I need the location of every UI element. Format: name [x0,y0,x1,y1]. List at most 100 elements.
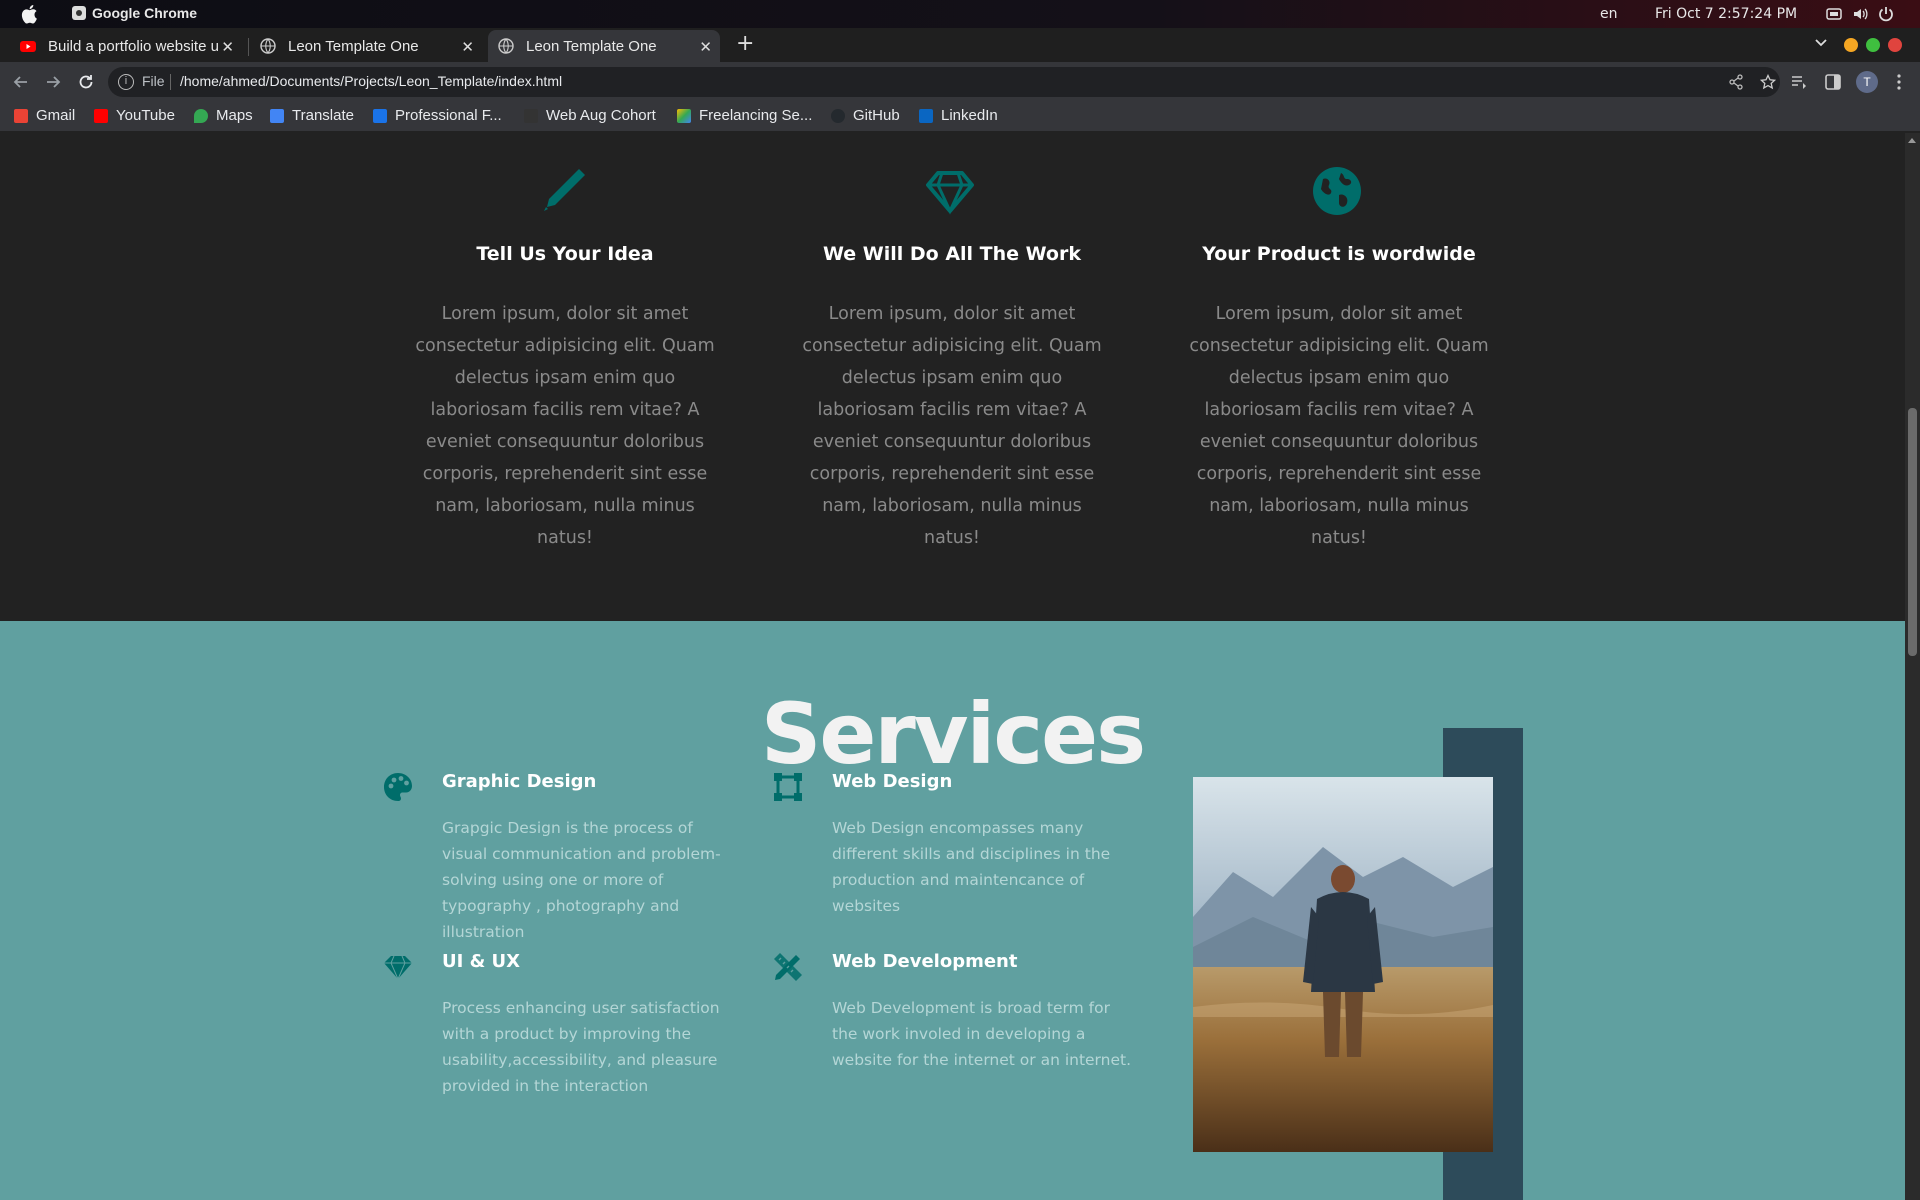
palette-icon [384,773,412,801]
browser-toolbar: i File /home/ahmed/Documents/Projects/Le… [0,62,1920,102]
service-desc: Grapgic Design is the process of visual … [442,819,721,941]
chevron-down-icon[interactable] [1814,36,1828,50]
bookmark-label: Gmail [36,107,76,124]
close-window-button[interactable] [1888,38,1902,52]
service-desc: Web Development is broad term for the wo… [832,999,1132,1069]
gem-icon [384,955,412,981]
bookmark-professional[interactable]: Professional F... [373,107,502,124]
udemy-icon [373,108,387,123]
clock[interactable]: Fri Oct 7 2:57:24 PM [1655,6,1797,22]
pencil-ruler-icon [774,953,802,981]
globe-icon [1313,167,1361,215]
tab-title: Build a portfolio website u [48,37,218,55]
bookmark-label: Maps [216,107,253,124]
address-bar[interactable]: i File /home/ahmed/Documents/Projects/Le… [108,67,1780,97]
bookmark-freelancing[interactable]: Freelancing Se... [677,107,812,124]
bookmarks-bar: Gmail YouTube Maps Translate Professiona… [0,102,1920,132]
linkedin-icon [919,108,933,123]
feature-text: Lorem ipsum, dolor sit amet consectetur … [802,304,1102,548]
back-icon[interactable] [11,72,31,92]
bookmark-translate[interactable]: Translate [270,107,354,124]
service-title: Web Development [832,951,1018,972]
app-name: Google Chrome [92,5,198,21]
services-section: Services Graphic Design Grapgic Design i… [0,621,1905,1200]
maximize-button[interactable] [1866,38,1880,52]
tab-separator [248,38,249,56]
bookmark-label: YouTube [116,107,175,124]
bookmark-label: LinkedIn [941,107,998,124]
bookmark-web-aug-cohort[interactable]: Web Aug Cohort [524,107,656,124]
drive-icon [677,108,691,123]
star-icon[interactable] [1760,74,1776,90]
share-icon[interactable] [1728,74,1744,90]
close-icon[interactable]: ✕ [461,38,474,56]
keyboard-language[interactable]: en [1600,6,1618,22]
feature-title: We Will Do All The Work [822,243,1081,265]
feature-text: Lorem ipsum, dolor sit amet consectetur … [1189,304,1489,548]
page-scrollbar[interactable] [1905,133,1920,1200]
tab-youtube[interactable]: Build a portfolio website u ✕ [10,30,242,62]
close-icon[interactable]: ✕ [221,38,234,56]
globe-icon [498,38,514,54]
github-icon [831,108,845,123]
section-title: Services [760,685,1146,783]
os-top-bar: Google Chrome en Fri Oct 7 2:57:24 PM [0,0,1920,28]
bookmark-label: Web Aug Cohort [546,107,656,124]
feature-text: Lorem ipsum, dolor sit amet consectetur … [415,304,715,548]
bookmark-label: Freelancing Se... [699,107,813,124]
bookmark-maps[interactable]: Maps [194,107,253,124]
scheme-label: File [142,73,165,89]
bookmark-youtube[interactable]: YouTube [94,107,175,124]
tab-leon-1[interactable]: Leon Template One ✕ [250,30,482,62]
forward-icon[interactable] [43,72,63,92]
feature-title: Your Product is wordwide [1202,243,1476,265]
url-text[interactable]: /home/ahmed/Documents/Projects/Leon_Temp… [180,73,562,89]
bookmark-gmail[interactable]: Gmail [14,107,75,124]
bookmark-label: GitHub [853,107,900,124]
apple-icon[interactable] [20,4,38,24]
service-title: Web Design [832,771,953,792]
bookmark-github[interactable]: GitHub [831,107,900,124]
service-title: UI & UX [442,951,521,972]
maps-icon [194,108,208,123]
tab-title: Leon Template One [288,37,419,55]
media-control-icon[interactable] [1790,73,1808,91]
service-title: Graphic Design [442,771,597,792]
screenshot-icon[interactable] [1826,6,1842,22]
how-it-works-section: Tell Us Your Idea Lorem ipsum, dolor sit… [0,133,1905,621]
profile-avatar[interactable]: T [1856,71,1878,93]
scroll-thumb[interactable] [1908,408,1917,656]
feature-title: Tell Us Your Idea [476,243,654,265]
info-icon[interactable]: i [118,74,134,90]
pen-icon [544,169,585,211]
hiker-photo [1193,777,1493,1152]
gem-icon [926,171,974,215]
page-viewport: Tell Us Your Idea Lorem ipsum, dolor sit… [0,133,1905,1200]
translate-icon [270,108,284,123]
tab-title: Leon Template One [526,37,657,55]
side-panel-icon[interactable] [1824,73,1842,91]
service-desc: Process enhancing user satisfaction with… [442,999,720,1095]
bookmark-label: Translate [292,107,354,124]
globe-icon [260,38,276,54]
chrome-icon [72,6,86,20]
scroll-up-icon[interactable] [1908,138,1916,143]
new-tab-button[interactable]: + [736,33,754,55]
bookmark-linkedin[interactable]: LinkedIn [919,107,998,124]
volume-icon[interactable] [1852,6,1868,22]
tab-leon-2-active[interactable]: Leon Template One ✕ [488,30,720,62]
minimize-button[interactable] [1844,38,1858,52]
close-icon[interactable]: ✕ [699,38,712,56]
gmail-icon [14,108,28,123]
power-icon[interactable] [1878,6,1894,22]
tab-strip: Build a portfolio website u ✕ Leon Templ… [0,28,1920,62]
site-icon [524,108,538,123]
bookmark-label: Professional F... [395,107,502,124]
youtube-icon [20,41,36,52]
active-app[interactable]: Google Chrome [72,5,197,21]
divider [170,74,171,90]
service-desc: Web Design encompasses many different sk… [832,819,1111,915]
reload-icon[interactable] [76,72,96,92]
vector-square-icon [774,773,802,801]
kebab-menu-icon[interactable] [1890,73,1908,91]
